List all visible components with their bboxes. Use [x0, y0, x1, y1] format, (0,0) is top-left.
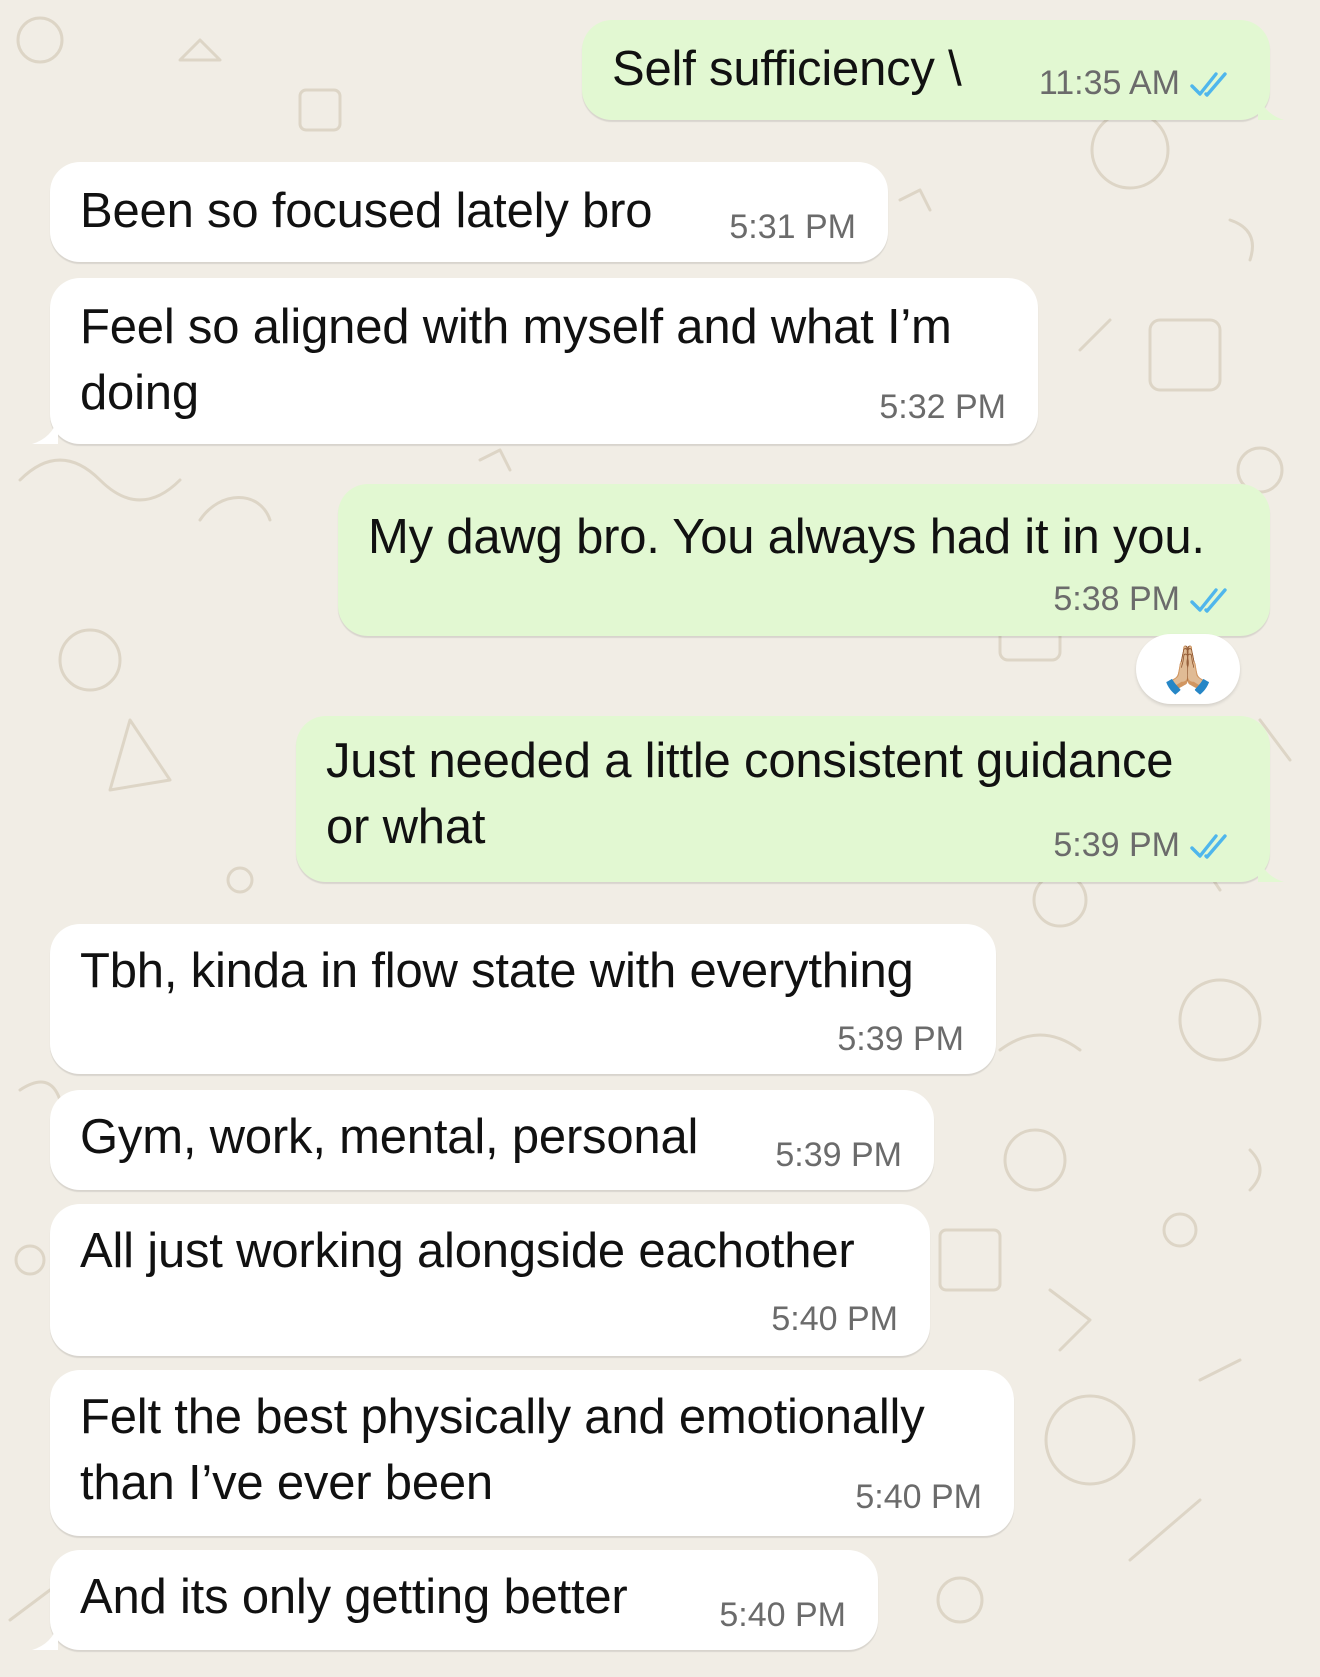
- bubble-tail: [1258, 94, 1284, 120]
- message-outgoing[interactable]: Self sufficiency \ 11:35 AM: [582, 20, 1270, 120]
- message-time: 11:35 AM: [1038, 64, 1180, 102]
- message-meta: 11:35 AM: [1039, 64, 1236, 103]
- message-time: 5:31 PM: [729, 208, 856, 246]
- double-check-icon: [1190, 71, 1227, 97]
- double-check-icon: [1190, 833, 1227, 859]
- message-meta: 5:39 PM: [1053, 826, 1236, 865]
- message-time: 5:39 PM: [775, 1136, 902, 1174]
- double-check-icon: [1190, 587, 1227, 613]
- message-time: 5:40 PM: [771, 1300, 898, 1338]
- message-text: Been so focused lately bro: [80, 184, 653, 238]
- message-text-line: or what: [326, 800, 486, 854]
- message-incoming[interactable]: Been so focused lately bro 5:31 PM: [50, 162, 888, 262]
- message-text: Gym, work, mental, personal: [80, 1110, 699, 1164]
- message-time: 5:39 PM: [1053, 826, 1180, 864]
- message-time: 5:40 PM: [719, 1596, 846, 1634]
- bubble-tail: [32, 418, 58, 444]
- message-incoming[interactable]: Feel so aligned with myself and what I’m…: [50, 278, 1038, 444]
- message-time: 5:40 PM: [855, 1478, 982, 1516]
- message-text-line: Feel so aligned with myself and what I’m: [80, 300, 952, 354]
- message-time: 5:32 PM: [879, 388, 1006, 426]
- message-text: Self sufficiency \: [612, 42, 962, 96]
- message-incoming[interactable]: Felt the best physically and emotionally…: [50, 1370, 1014, 1536]
- message-time: 5:38 PM: [1053, 580, 1180, 618]
- message-incoming[interactable]: Gym, work, mental, personal 5:39 PM: [50, 1090, 934, 1190]
- message-time: 5:39 PM: [837, 1020, 964, 1058]
- message-meta: 5:38 PM: [1053, 580, 1236, 619]
- message-incoming[interactable]: And its only getting better 5:40 PM: [50, 1550, 878, 1650]
- chat-thread: Self sufficiency \ 11:35 AM Been so focu…: [0, 0, 1320, 1677]
- message-outgoing[interactable]: Just needed a little consistent guidance…: [296, 716, 1270, 882]
- bubble-tail: [1258, 856, 1284, 882]
- message-incoming[interactable]: All just working alongside eachother 5:4…: [50, 1204, 930, 1356]
- message-text-line: Just needed a little consistent guidance: [326, 734, 1174, 788]
- message-text-line: Felt the best physically and emotionally: [80, 1390, 925, 1444]
- message-outgoing[interactable]: My dawg bro. You always had it in you. 5…: [338, 484, 1270, 636]
- reaction-badge[interactable]: 🙏🏼: [1136, 634, 1240, 704]
- message-text: And its only getting better: [80, 1570, 628, 1624]
- message-incoming[interactable]: Tbh, kinda in flow state with everything…: [50, 924, 996, 1074]
- message-text: Tbh, kinda in flow state with everything: [80, 944, 914, 998]
- bubble-tail: [32, 1624, 58, 1650]
- message-text-line: doing: [80, 366, 199, 420]
- message-text: All just working alongside eachother: [80, 1224, 855, 1278]
- message-text-line: than I’ve ever been: [80, 1456, 493, 1510]
- message-text: My dawg bro. You always had it in you.: [368, 510, 1205, 564]
